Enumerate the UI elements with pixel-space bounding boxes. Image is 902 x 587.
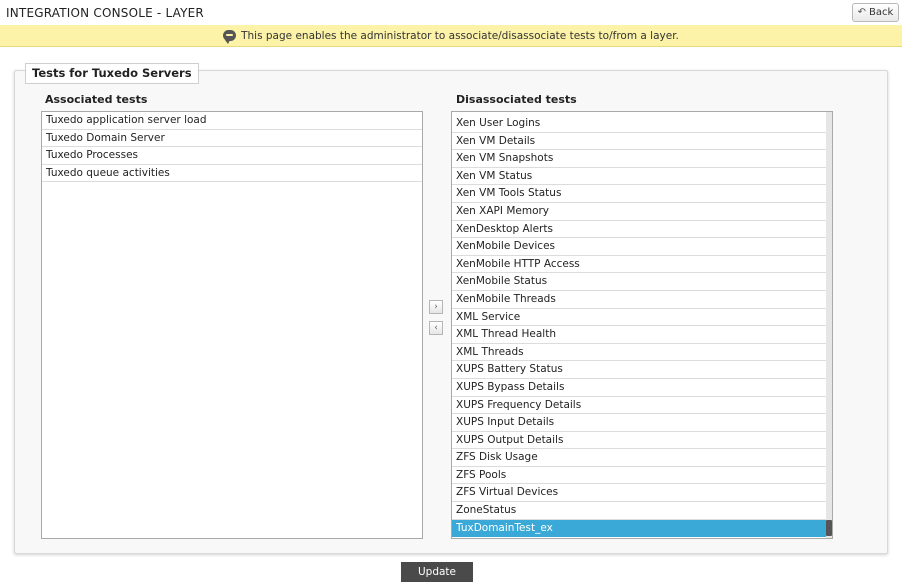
disassociated-test-item[interactable]: XUPS Battery Status [452,361,828,379]
update-button[interactable]: Update [401,562,473,582]
top-bar: INTEGRATION CONSOLE - LAYER ↶ Back [0,0,902,25]
back-button-label: Back [869,7,894,18]
associated-test-item[interactable]: Tuxedo queue activities [42,165,422,183]
disassociated-list-scrollbar[interactable] [826,112,832,538]
page-title: INTEGRATION CONSOLE - LAYER [6,6,204,20]
disassociated-test-item[interactable]: XUPS Frequency Details [452,397,828,415]
disassociated-test-item[interactable]: XenMobile Status [452,273,828,291]
disassociated-test-item[interactable]: Xen User Logins [452,115,828,133]
disassociated-test-item[interactable]: ZFS Virtual Devices [452,484,828,503]
move-left-button[interactable]: ‹ [429,321,443,335]
disassociated-test-item[interactable]: XenMobile Threads [452,291,828,309]
disassociated-test-item[interactable]: Xen VM Details [452,133,828,151]
disassociated-test-item[interactable]: XUPS Bypass Details [452,379,828,397]
disassociated-test-item[interactable]: Xen VM Tools Status [452,185,828,203]
move-right-button[interactable]: › [429,300,443,314]
disassociated-test-item[interactable]: Xen VM Snapshots [452,150,828,168]
disassociated-test-item[interactable]: XUPS Output Details [452,432,828,450]
associated-tests-label: Associated tests [45,93,148,106]
associated-test-item[interactable]: Tuxedo Processes [42,147,422,165]
panel-legend: Tests for Tuxedo Servers [25,63,199,84]
disassociated-test-item[interactable]: TuxDomainTest_ex [452,519,828,538]
disassociated-test-item[interactable]: XenMobile Devices [452,238,828,256]
disassociated-tests-list[interactable]: Xen User Logins Xen VM Details Xen VM Snap… [451,111,833,539]
disassociated-test-item[interactable]: Xen VM Status [452,168,828,186]
associated-tests-list[interactable]: Tuxedo application server load Tuxedo Dom… [41,111,423,539]
info-message: This page enables the administrator to a… [241,29,679,42]
disassociated-test-item[interactable]: XML Thread Health [452,326,828,344]
disassociated-test-item[interactable]: ZFS Disk Usage [452,449,828,467]
disassociated-test-item[interactable]: Xen XAPI Memory [452,203,828,221]
disassociated-test-item[interactable]: XML Threads [452,344,828,362]
back-button[interactable]: ↶ Back [852,3,899,22]
info-banner: This page enables the administrator to a… [0,25,902,47]
disassociated-test-item[interactable]: ZoneStatus [452,502,828,520]
chevron-left-icon: ‹ [434,323,438,333]
disassociated-test-item[interactable]: XUPS Input Details [452,414,828,432]
disassociated-test-item[interactable]: ZFS Pools [452,467,828,485]
back-arrow-icon: ↶ [857,7,867,18]
disassociated-test-item[interactable]: XenDesktop Alerts [452,221,828,239]
associated-test-item[interactable]: Tuxedo Domain Server [42,130,422,148]
speech-bubble-icon [223,30,237,44]
disassociated-test-item[interactable]: XenMobile HTTP Access [452,256,828,274]
disassociated-test-item[interactable]: XML Service [452,309,828,327]
chevron-right-icon: › [434,302,438,312]
scroll-thumb[interactable] [826,520,832,536]
disassociated-tests-label: Disassociated tests [456,93,577,106]
associated-test-item[interactable]: Tuxedo application server load [42,112,422,130]
